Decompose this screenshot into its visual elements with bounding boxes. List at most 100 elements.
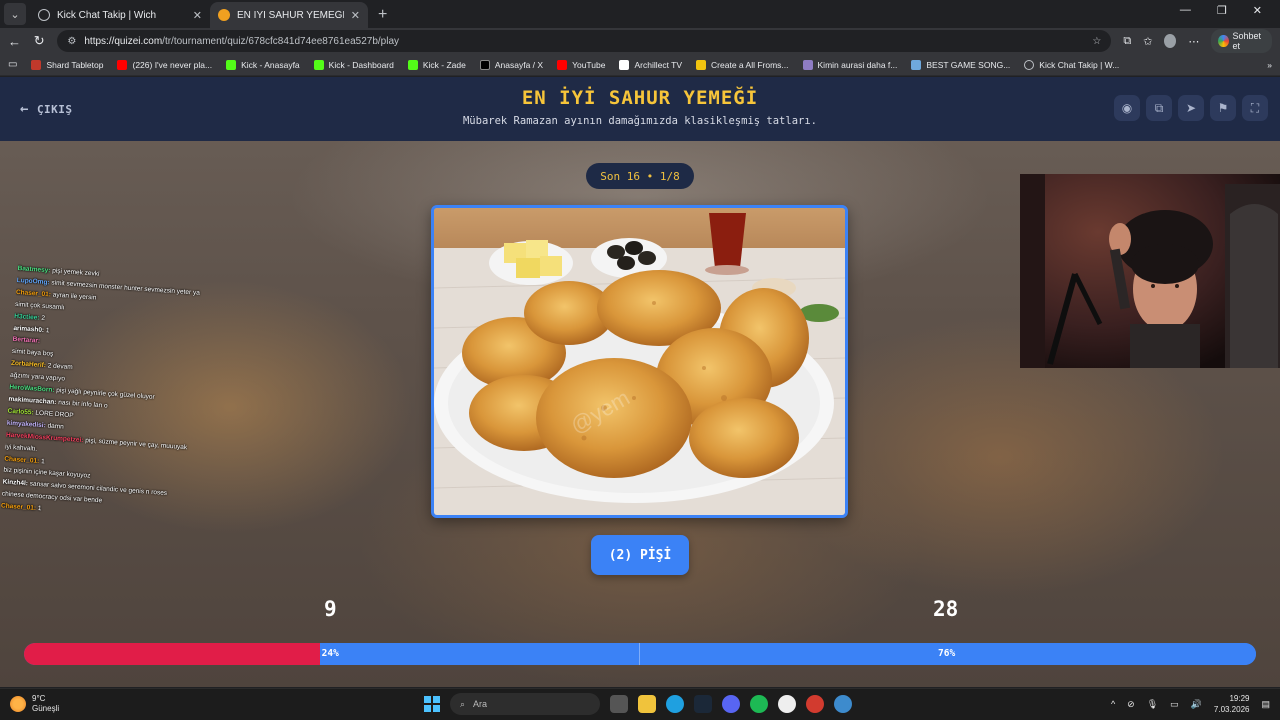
bookmark-item[interactable]: Create a All Froms... <box>696 59 789 70</box>
restore-icon[interactable]: ❐ <box>1217 4 1227 17</box>
extensions-icon[interactable]: ⧉ <box>1123 35 1131 48</box>
youtube-icon <box>557 59 568 70</box>
discord-icon[interactable] <box>722 695 740 713</box>
kick-icon <box>407 59 418 70</box>
minimize-icon[interactable]: — <box>1180 4 1191 17</box>
tab-quiz[interactable]: EN İYİ SAHUR YEMEĞİ - Tier List, K ✕ <box>210 2 368 28</box>
system-tray: ^ ⊘ 🎙 ▭ 🔊 19:29 7.03.2026 ▤ <box>1111 693 1270 715</box>
bookmark-label: Anasayfa / X <box>494 59 544 70</box>
favorites-icon[interactable]: ✩ <box>1143 35 1152 48</box>
eye-icon[interactable]: ◉ <box>1114 95 1140 121</box>
chat-text: pişi yemek zevki <box>51 267 100 278</box>
sun-icon <box>10 696 26 712</box>
tab-search-button[interactable]: ⌄ <box>4 3 26 25</box>
chat-username: Chaser_01: <box>0 502 37 512</box>
notification-app-icon[interactable] <box>806 695 824 713</box>
bookmark-label: (226) I've never pla... <box>132 59 213 70</box>
chat-username: H3ctiee: <box>14 312 40 322</box>
streamer-webcam <box>1020 174 1280 368</box>
bookmark-item[interactable]: Kick - Dashboard <box>313 59 394 70</box>
sohbet-button[interactable]: Sohbet et <box>1211 29 1272 53</box>
address-bar[interactable]: ⚙ https://quizei.com/tr/tournament/quiz/… <box>57 30 1112 52</box>
network-icon[interactable]: ▭ <box>1170 699 1179 710</box>
clock[interactable]: 19:29 7.03.2026 <box>1214 693 1250 715</box>
quiz-header: ← ÇIKIŞ EN İYİ SAHUR YEMEĞİ Mübarek Rama… <box>0 77 1280 141</box>
site-info-icon[interactable]: ⚙ <box>67 36 76 47</box>
url-path: /tr/tournament/quiz/678cfc841d74ee8761ea… <box>162 35 400 47</box>
bookmark-label: YouTube <box>572 59 606 70</box>
gemini-icon <box>1218 35 1229 47</box>
close-tab-icon[interactable]: ✕ <box>193 9 202 22</box>
bookmark-item[interactable]: Archillect TV <box>619 59 682 70</box>
chat-text: 2 devam <box>47 362 73 372</box>
send-icon[interactable]: ➤ <box>1178 95 1204 121</box>
bookmark-label: Kick - Zade <box>422 59 466 70</box>
file-explorer-icon[interactable] <box>638 695 656 713</box>
bookmark-item[interactable]: YouTube <box>557 59 606 70</box>
tab-kick-chat[interactable]: Kick Chat Takip | Wich ✕ <box>30 2 210 28</box>
browser-tab-strip: ⌄ Kick Chat Takip | Wich ✕ EN İYİ SAHUR … <box>0 0 1280 28</box>
chat-text: simit baya boş <box>11 348 54 359</box>
windows-start-icon[interactable] <box>424 696 440 712</box>
shard-icon <box>31 59 42 70</box>
task-view-icon[interactable] <box>610 695 628 713</box>
menu-icon[interactable]: ⋯ <box>1188 35 1199 48</box>
kimin-icon <box>802 59 813 70</box>
spotify-icon[interactable] <box>750 695 768 713</box>
taskbar-apps: ⌕ Ara <box>424 693 852 715</box>
bookmark-item[interactable]: Kick Chat Takip | W... <box>1024 59 1120 70</box>
percent-right-label: 76% <box>938 648 956 659</box>
steam-icon[interactable] <box>694 695 712 713</box>
bookmark-item[interactable]: Kick - Anasayfa <box>226 59 300 70</box>
webcam-illustration <box>1020 174 1280 368</box>
profile-avatar[interactable] <box>1164 34 1177 48</box>
reload-icon[interactable]: ↻ <box>33 33 45 49</box>
bookmark-item[interactable]: BEST GAME SONG... <box>911 59 1010 70</box>
choice-pisi-button[interactable]: (2) PİŞİ <box>591 535 689 575</box>
browser-toolbar: ← ↻ ⚙ https://quizei.com/tr/tournament/q… <box>0 28 1280 54</box>
mic-icon[interactable]: 🎙 <box>1147 699 1158 710</box>
chat-username: LupoOmg: <box>16 276 50 287</box>
vote-bar-right-segment <box>319 643 1256 665</box>
volume-icon[interactable]: 🔊 <box>1191 699 1202 710</box>
pisi-photo[interactable]: @yem <box>431 205 848 518</box>
kick-icon <box>226 59 237 70</box>
mute-icon[interactable]: ⊘ <box>1127 699 1135 710</box>
bookmark-label: Kick - Dashboard <box>328 59 394 70</box>
bookmark-item[interactable]: (226) I've never pla... <box>117 59 213 70</box>
epic-games-icon[interactable] <box>778 695 796 713</box>
search-icon: ⌕ <box>460 698 466 709</box>
share-icon[interactable]: ⧉ <box>1146 95 1172 121</box>
notifications-icon[interactable]: ▤ <box>1261 699 1270 710</box>
more-bookmarks-icon[interactable]: » <box>1267 60 1280 70</box>
votes-left-count: 9 <box>324 597 337 621</box>
flag-icon[interactable]: ⚑ <box>1210 95 1236 121</box>
bookmark-star-icon[interactable]: ☆ <box>1092 36 1101 47</box>
back-icon[interactable]: ← <box>8 34 21 49</box>
bookmark-item[interactable]: Kimin aurasi daha f... <box>802 59 897 70</box>
bookmarks-menu-icon[interactable]: ▭ <box>8 59 17 70</box>
toolbar-icons: ⧉ ✩ ⋯ Sohbet et <box>1123 29 1272 53</box>
quizei-favicon-icon <box>218 9 230 21</box>
app-icon[interactable] <box>834 695 852 713</box>
stream-chat-overlay: Baatmesy: pişi yemek zevki LupoOmg: simit… <box>1 263 203 525</box>
quiz-subtitle: Mübarek Ramazan ayının damağımızda klasi… <box>462 115 817 127</box>
bookmark-item[interactable]: Anasayfa / X <box>479 59 544 70</box>
taskbar-search[interactable]: ⌕ Ara <box>450 693 600 715</box>
chat-username: Kinzh4l: <box>2 478 29 488</box>
chat-text: 1 <box>37 505 42 513</box>
chat-username: HeroWasBorn: <box>9 383 55 394</box>
chat-text: LORE DROP <box>35 409 74 420</box>
weather-widget[interactable]: 9°C Güneşli <box>10 694 59 714</box>
bookmark-item[interactable]: Kick - Zade <box>407 59 466 70</box>
fullscreen-icon[interactable]: ⛶ <box>1242 95 1268 121</box>
new-tab-button[interactable]: + <box>378 6 387 24</box>
tray-chevron-icon[interactable]: ^ <box>1111 699 1115 709</box>
edge-icon[interactable] <box>666 695 684 713</box>
close-window-icon[interactable]: ✕ <box>1253 4 1262 17</box>
window-controls: — ❐ ✕ <box>1180 4 1280 17</box>
close-tab-icon[interactable]: ✕ <box>351 9 360 22</box>
bookmark-item[interactable]: Shard Tabletop <box>31 59 103 70</box>
clock-time: 19:29 <box>1229 694 1250 703</box>
bookmark-label: Kick Chat Takip | W... <box>1039 59 1120 70</box>
